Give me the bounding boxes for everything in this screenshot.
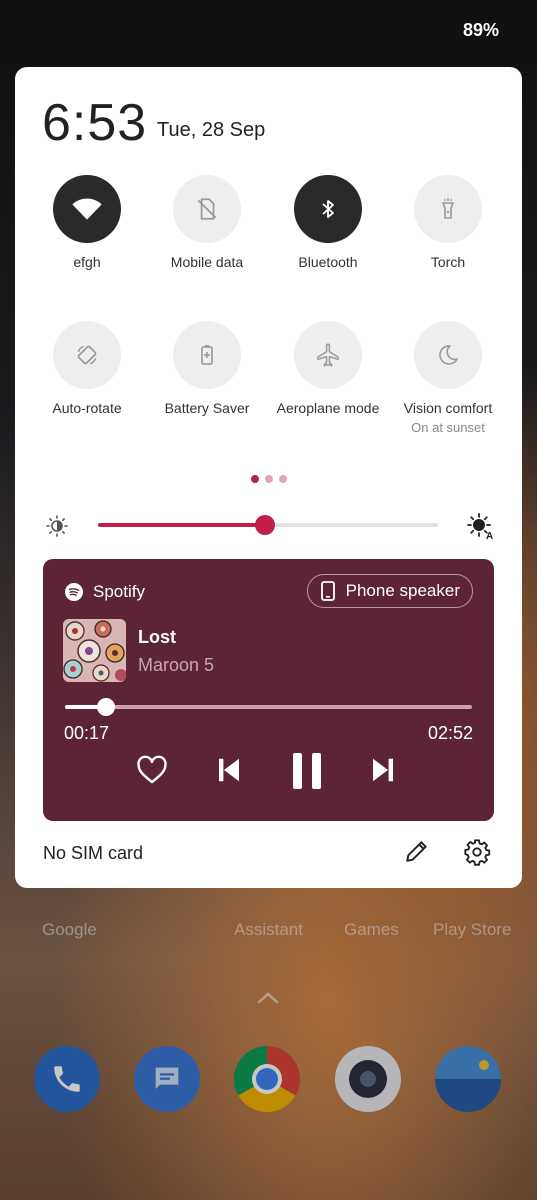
media-app[interactable]: Spotify [65, 582, 145, 602]
like-button[interactable] [136, 755, 168, 785]
auto-brightness-icon[interactable]: A [466, 512, 494, 545]
tile-label: Mobile data [170, 254, 244, 270]
skip-next-icon [373, 758, 393, 782]
page-dot [279, 475, 287, 483]
svg-text:A: A [486, 531, 493, 540]
pause-button[interactable] [291, 751, 323, 791]
tile-label: efgh [73, 254, 101, 270]
wifi-icon[interactable] [53, 175, 121, 243]
previous-track-button[interactable] [216, 755, 242, 785]
playback-progress-thumb[interactable] [96, 698, 115, 716]
tile-label: Bluetooth [298, 254, 358, 270]
next-track-button[interactable] [370, 755, 396, 785]
mobile-data-off-icon[interactable] [173, 175, 241, 243]
media-app-name: Spotify [93, 582, 145, 601]
battery-saver-icon[interactable] [173, 321, 241, 389]
tile-vision-comfort[interactable]: Vision comfort On at sunset [388, 321, 508, 435]
track-title: Lost [138, 627, 176, 647]
tile-label: Battery Saver [164, 400, 250, 416]
phone-speaker-icon [320, 581, 335, 601]
sim-status: No SIM card [43, 843, 144, 863]
elapsed-time: 00:17 [64, 723, 110, 743]
page-indicator [251, 475, 287, 483]
page-dot [251, 475, 259, 483]
edit-tiles-button[interactable] [404, 838, 430, 869]
airplane-icon[interactable] [294, 321, 362, 389]
bluetooth-icon[interactable] [294, 175, 362, 243]
tile-wifi[interactable]: efgh [27, 175, 147, 270]
spotify-icon [65, 583, 83, 601]
auto-rotate-icon[interactable] [53, 321, 121, 389]
tile-label: Torch [430, 254, 466, 270]
date[interactable]: Tue, 28 Sep [157, 119, 265, 142]
settings-button[interactable] [463, 838, 491, 871]
tile-battery-saver[interactable]: Battery Saver [147, 321, 267, 416]
torch-icon[interactable] [414, 175, 482, 243]
battery-percentage: 89% [462, 20, 499, 40]
tile-auto-rotate[interactable]: Auto-rotate [27, 321, 147, 416]
tile-mobile-data[interactable]: Mobile data [147, 175, 267, 270]
tile-sublabel: On at sunset [411, 420, 485, 435]
output-device-chip[interactable]: Phone speaker [306, 574, 473, 608]
tile-label: Vision comfort [403, 400, 493, 416]
clock[interactable]: 6:53 [42, 93, 147, 153]
tile-label: Aeroplane mode [276, 400, 380, 416]
tile-aeroplane-mode[interactable]: Aeroplane mode [268, 321, 388, 416]
brightness-slider-fill [98, 523, 265, 527]
brightness-low-icon [45, 514, 69, 543]
moon-icon[interactable] [414, 321, 482, 389]
track-artist: Maroon 5 [138, 655, 215, 675]
playback-progress-bar[interactable] [65, 698, 472, 716]
album-art [63, 619, 126, 682]
skip-previous-icon [219, 758, 239, 782]
page-dot [265, 475, 273, 483]
brightness-slider-thumb[interactable] [254, 515, 275, 535]
pencil-icon [406, 841, 427, 862]
heart-icon [137, 755, 167, 784]
media-player-card[interactable]: Spotify Phone speaker Lost Maroon 5 00:1… [43, 559, 494, 821]
output-device-label: Phone speaker [345, 581, 460, 600]
gear-icon [464, 839, 491, 866]
brightness-slider[interactable] [98, 515, 438, 535]
total-duration: 02:52 [427, 723, 473, 743]
tile-label: Auto-rotate [52, 400, 122, 416]
tile-bluetooth[interactable]: Bluetooth [268, 175, 388, 270]
quick-settings-panel: 6:53 Tue, 28 Sep efgh Mobile data Blueto… [15, 67, 522, 888]
tile-torch[interactable]: Torch [388, 175, 508, 270]
pause-icon [293, 753, 321, 789]
